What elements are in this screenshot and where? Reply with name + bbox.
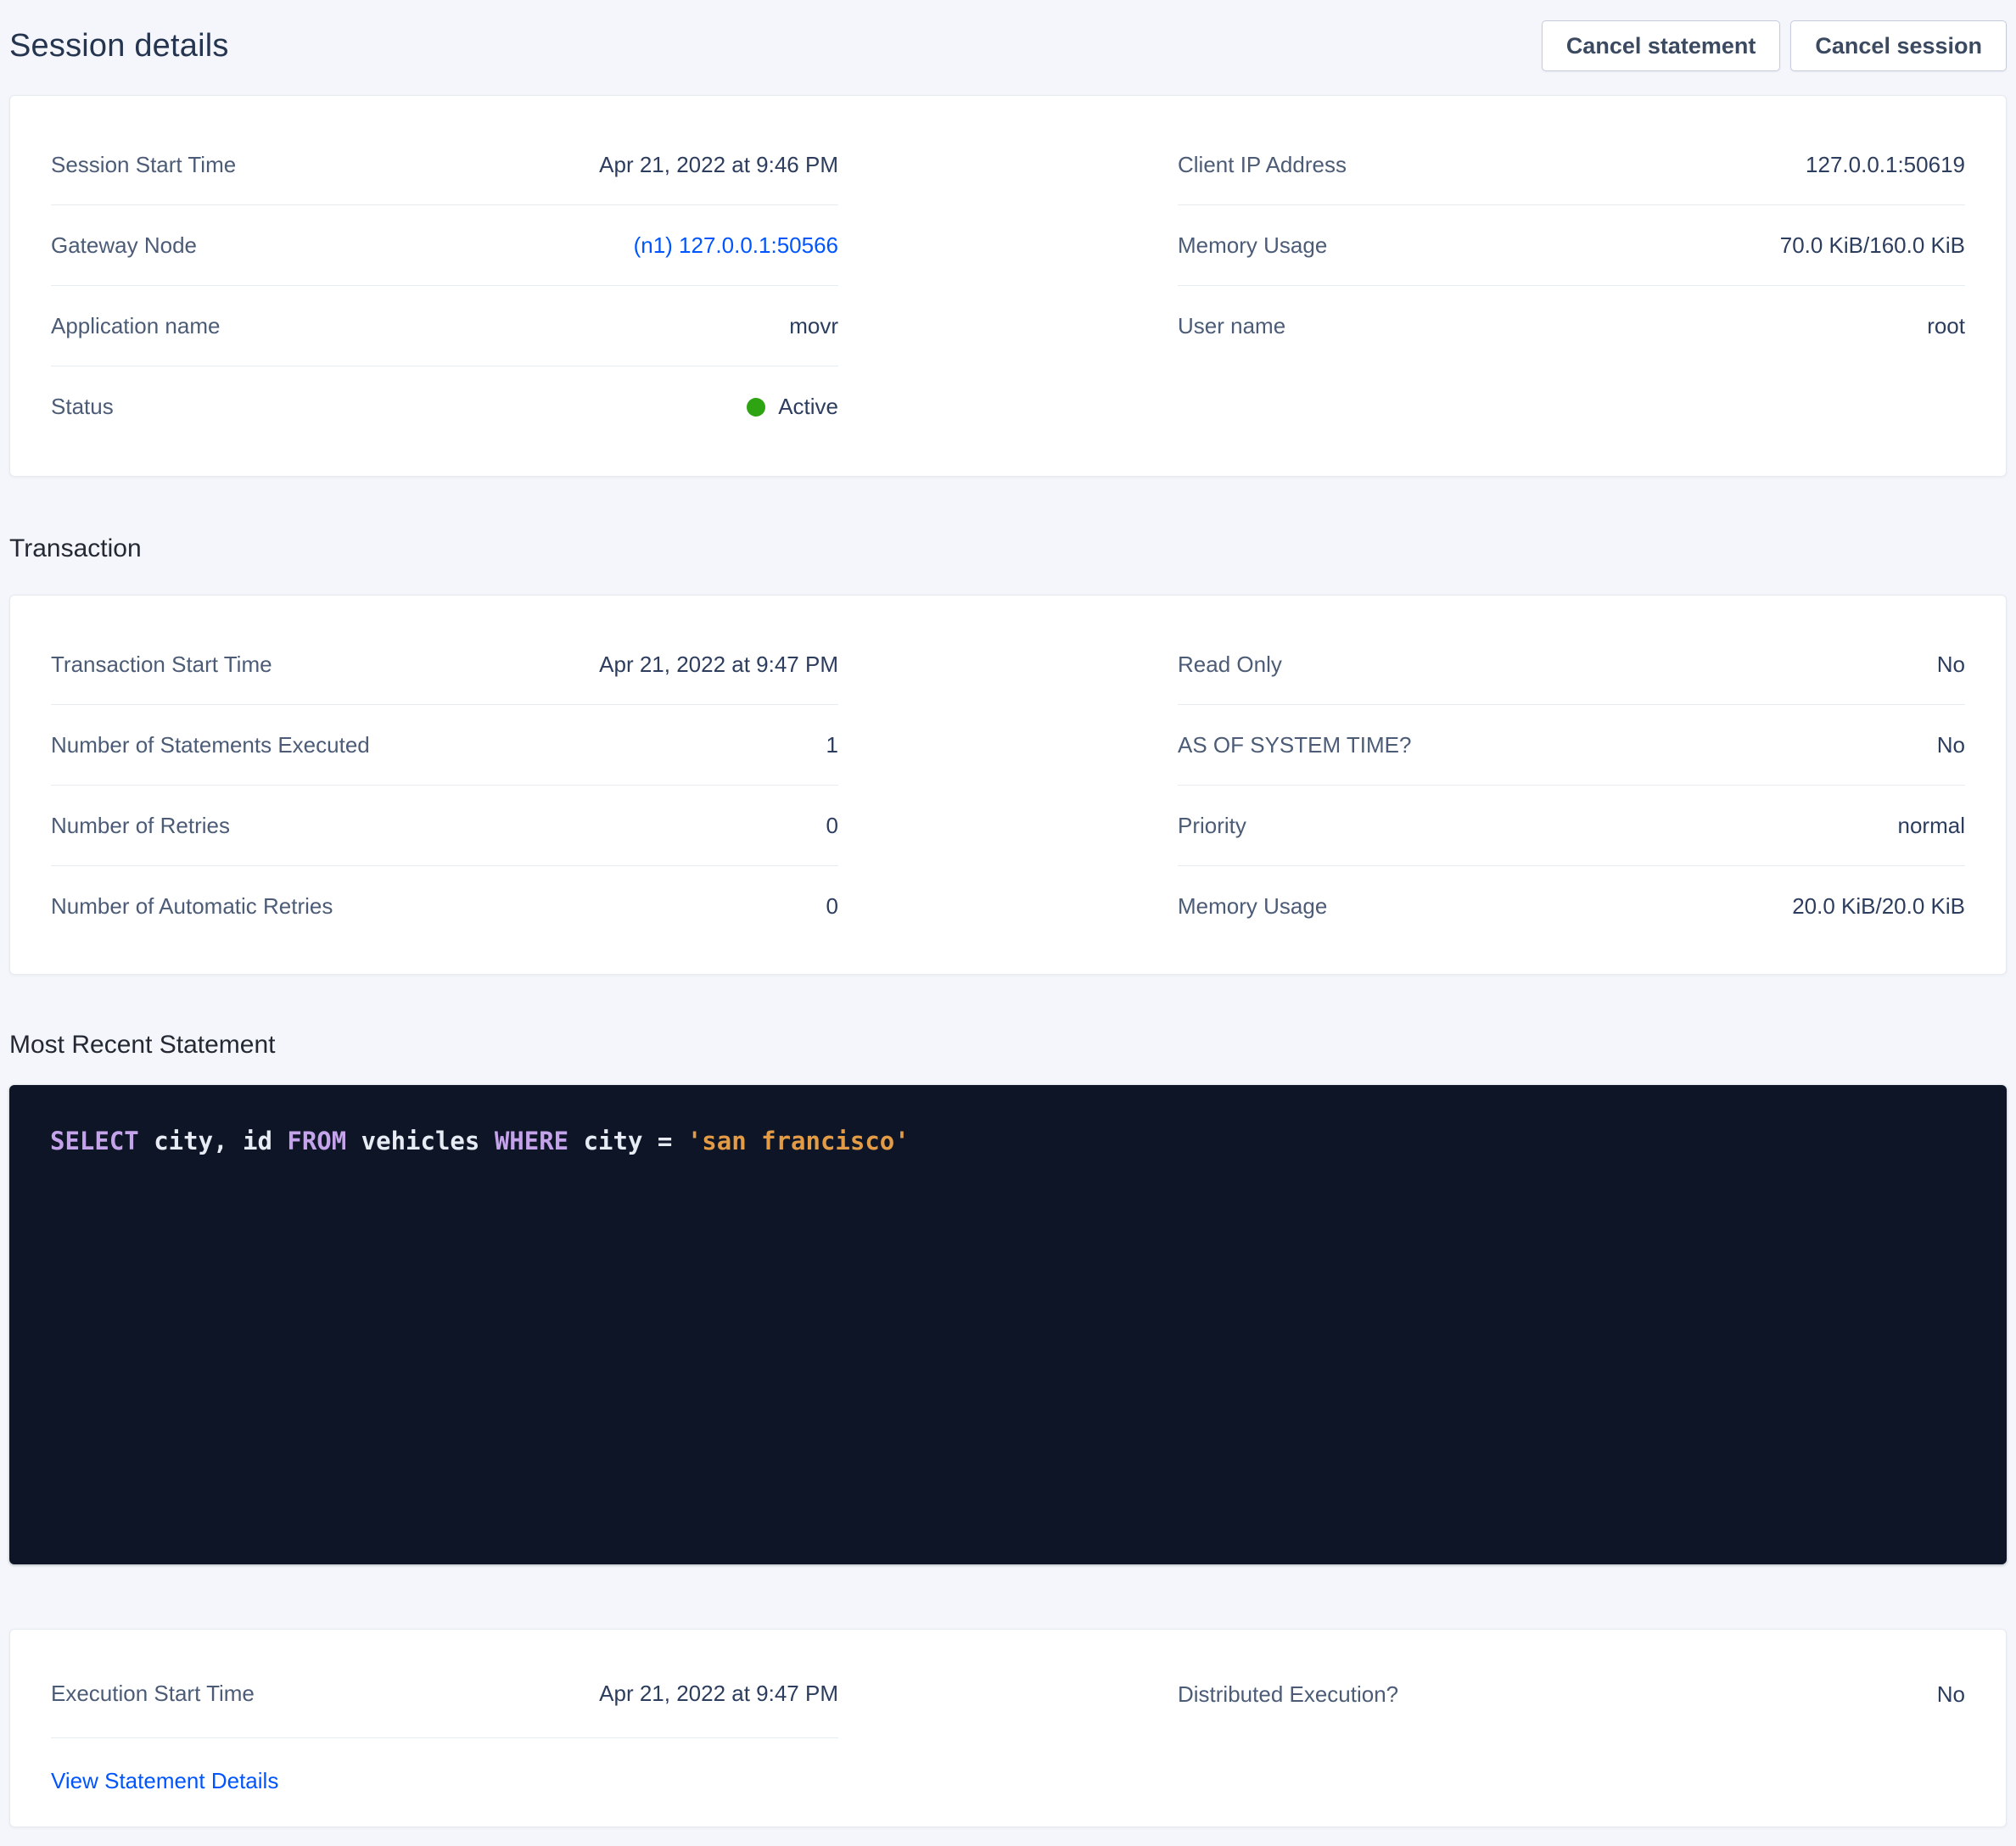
session-card-right-column: Client IP Address 127.0.0.1:50619 Memory… [1178,125,1965,447]
cancel-statement-button[interactable]: Cancel statement [1542,20,1781,71]
row-user-name: User name root [1178,286,1965,366]
row-value: 127.0.0.1:50619 [1806,152,1965,178]
row-execution-start-time: Execution Start Time Apr 21, 2022 at 9:4… [51,1650,838,1738]
sql-statement-box: SELECT city, id FROM vehicles WHERE city… [9,1085,2007,1564]
row-gateway-node: Gateway Node (n1) 127.0.0.1:50566 [51,205,838,286]
row-memory-usage: Memory Usage 70.0 KiB/160.0 KiB [1178,205,1965,286]
row-label: Memory Usage [1178,232,1327,259]
row-status: Status Active [51,366,838,447]
status-text: Active [778,394,838,420]
sql-token: 'san francisco' [687,1127,910,1155]
row-value: No [1937,732,1965,758]
row-number-of-retries: Number of Retries 0 [51,786,838,866]
row-value: root [1927,313,1965,339]
row-label: Client IP Address [1178,152,1347,178]
sql-token: WHERE [495,1127,568,1155]
row-label: Status [51,394,114,420]
row-label: AS OF SYSTEM TIME? [1178,732,1411,758]
row-read-only: Read Only No [1178,624,1965,705]
row-label: Priority [1178,813,1246,839]
row-label: Session Start Time [51,152,236,178]
row-automatic-retries: Number of Automatic Retries 0 [51,866,838,947]
row-label: Transaction Start Time [51,652,272,678]
session-details-card: Session Start Time Apr 21, 2022 at 9:46 … [9,95,2007,477]
row-application-name: Application name movr [51,286,838,366]
row-label: Application name [51,313,220,339]
row-txn-memory-usage: Memory Usage 20.0 KiB/20.0 KiB [1178,866,1965,947]
sql-token: city, id [139,1127,288,1155]
header-actions: Cancel statement Cancel session [1542,20,2007,71]
most-recent-statement-heading: Most Recent Statement [9,1026,2007,1064]
row-label: User name [1178,313,1285,339]
row-label: Number of Retries [51,813,230,839]
gateway-node-link[interactable]: (n1) 127.0.0.1:50566 [634,232,838,259]
row-client-ip: Client IP Address 127.0.0.1:50619 [1178,125,1965,205]
sql-token: vehicles [346,1127,495,1155]
row-label: Execution Start Time [51,1681,255,1707]
row-label: Number of Statements Executed [51,732,370,758]
status-badge: Active [747,394,838,420]
transaction-card-left-column: Transaction Start Time Apr 21, 2022 at 9… [51,624,838,947]
row-as-of-system-time: AS OF SYSTEM TIME? No [1178,705,1965,786]
row-statements-executed: Number of Statements Executed 1 [51,705,838,786]
transaction-card-right-column: Read Only No AS OF SYSTEM TIME? No Prior… [1178,624,1965,947]
execution-details-card: Execution Start Time Apr 21, 2022 at 9:4… [9,1629,2007,1827]
row-value: normal [1898,813,1965,839]
row-label: Distributed Execution? [1178,1681,1398,1708]
row-value: 70.0 KiB/160.0 KiB [1780,232,1965,259]
row-label: Memory Usage [1178,893,1327,920]
page-title: Session details [9,28,229,64]
sql-token: FROM [287,1127,346,1155]
row-value: 20.0 KiB/20.0 KiB [1792,893,1965,920]
view-statement-details-row: View Statement Details [51,1738,838,1823]
row-label: Gateway Node [51,232,197,259]
row-value: 0 [826,893,838,920]
transaction-heading: Transaction [9,530,2007,568]
row-transaction-start-time: Transaction Start Time Apr 21, 2022 at 9… [51,624,838,705]
row-label: Number of Automatic Retries [51,893,333,920]
cancel-session-button[interactable]: Cancel session [1790,20,2007,71]
execution-card-left-column: Execution Start Time Apr 21, 2022 at 9:4… [51,1650,838,1823]
session-card-left-column: Session Start Time Apr 21, 2022 at 9:46 … [51,125,838,447]
transaction-card: Transaction Start Time Apr 21, 2022 at 9… [9,595,2007,975]
row-value: Apr 21, 2022 at 9:47 PM [599,652,838,678]
row-label: Read Only [1178,652,1282,678]
sql-token: SELECT [50,1127,139,1155]
sql-statement: SELECT city, id FROM vehicles WHERE city… [50,1124,1966,1158]
sql-token: city = [568,1127,687,1155]
execution-card-right-column: Distributed Execution? No [1178,1650,1965,1823]
row-value: Apr 21, 2022 at 9:46 PM [599,152,838,178]
view-statement-details-link[interactable]: View Statement Details [51,1768,278,1794]
row-value: No [1937,652,1965,678]
row-priority: Priority normal [1178,786,1965,866]
row-session-start-time: Session Start Time Apr 21, 2022 at 9:46 … [51,125,838,205]
row-value: 0 [826,813,838,839]
row-distributed-execution: Distributed Execution? No [1178,1650,1965,1738]
status-active-icon [747,398,765,417]
row-value: movr [789,313,838,339]
row-value: No [1937,1681,1965,1708]
page-header: Session details Cancel statement Cancel … [9,0,2007,95]
row-value: Apr 21, 2022 at 9:47 PM [599,1681,838,1707]
row-value: 1 [826,732,838,758]
